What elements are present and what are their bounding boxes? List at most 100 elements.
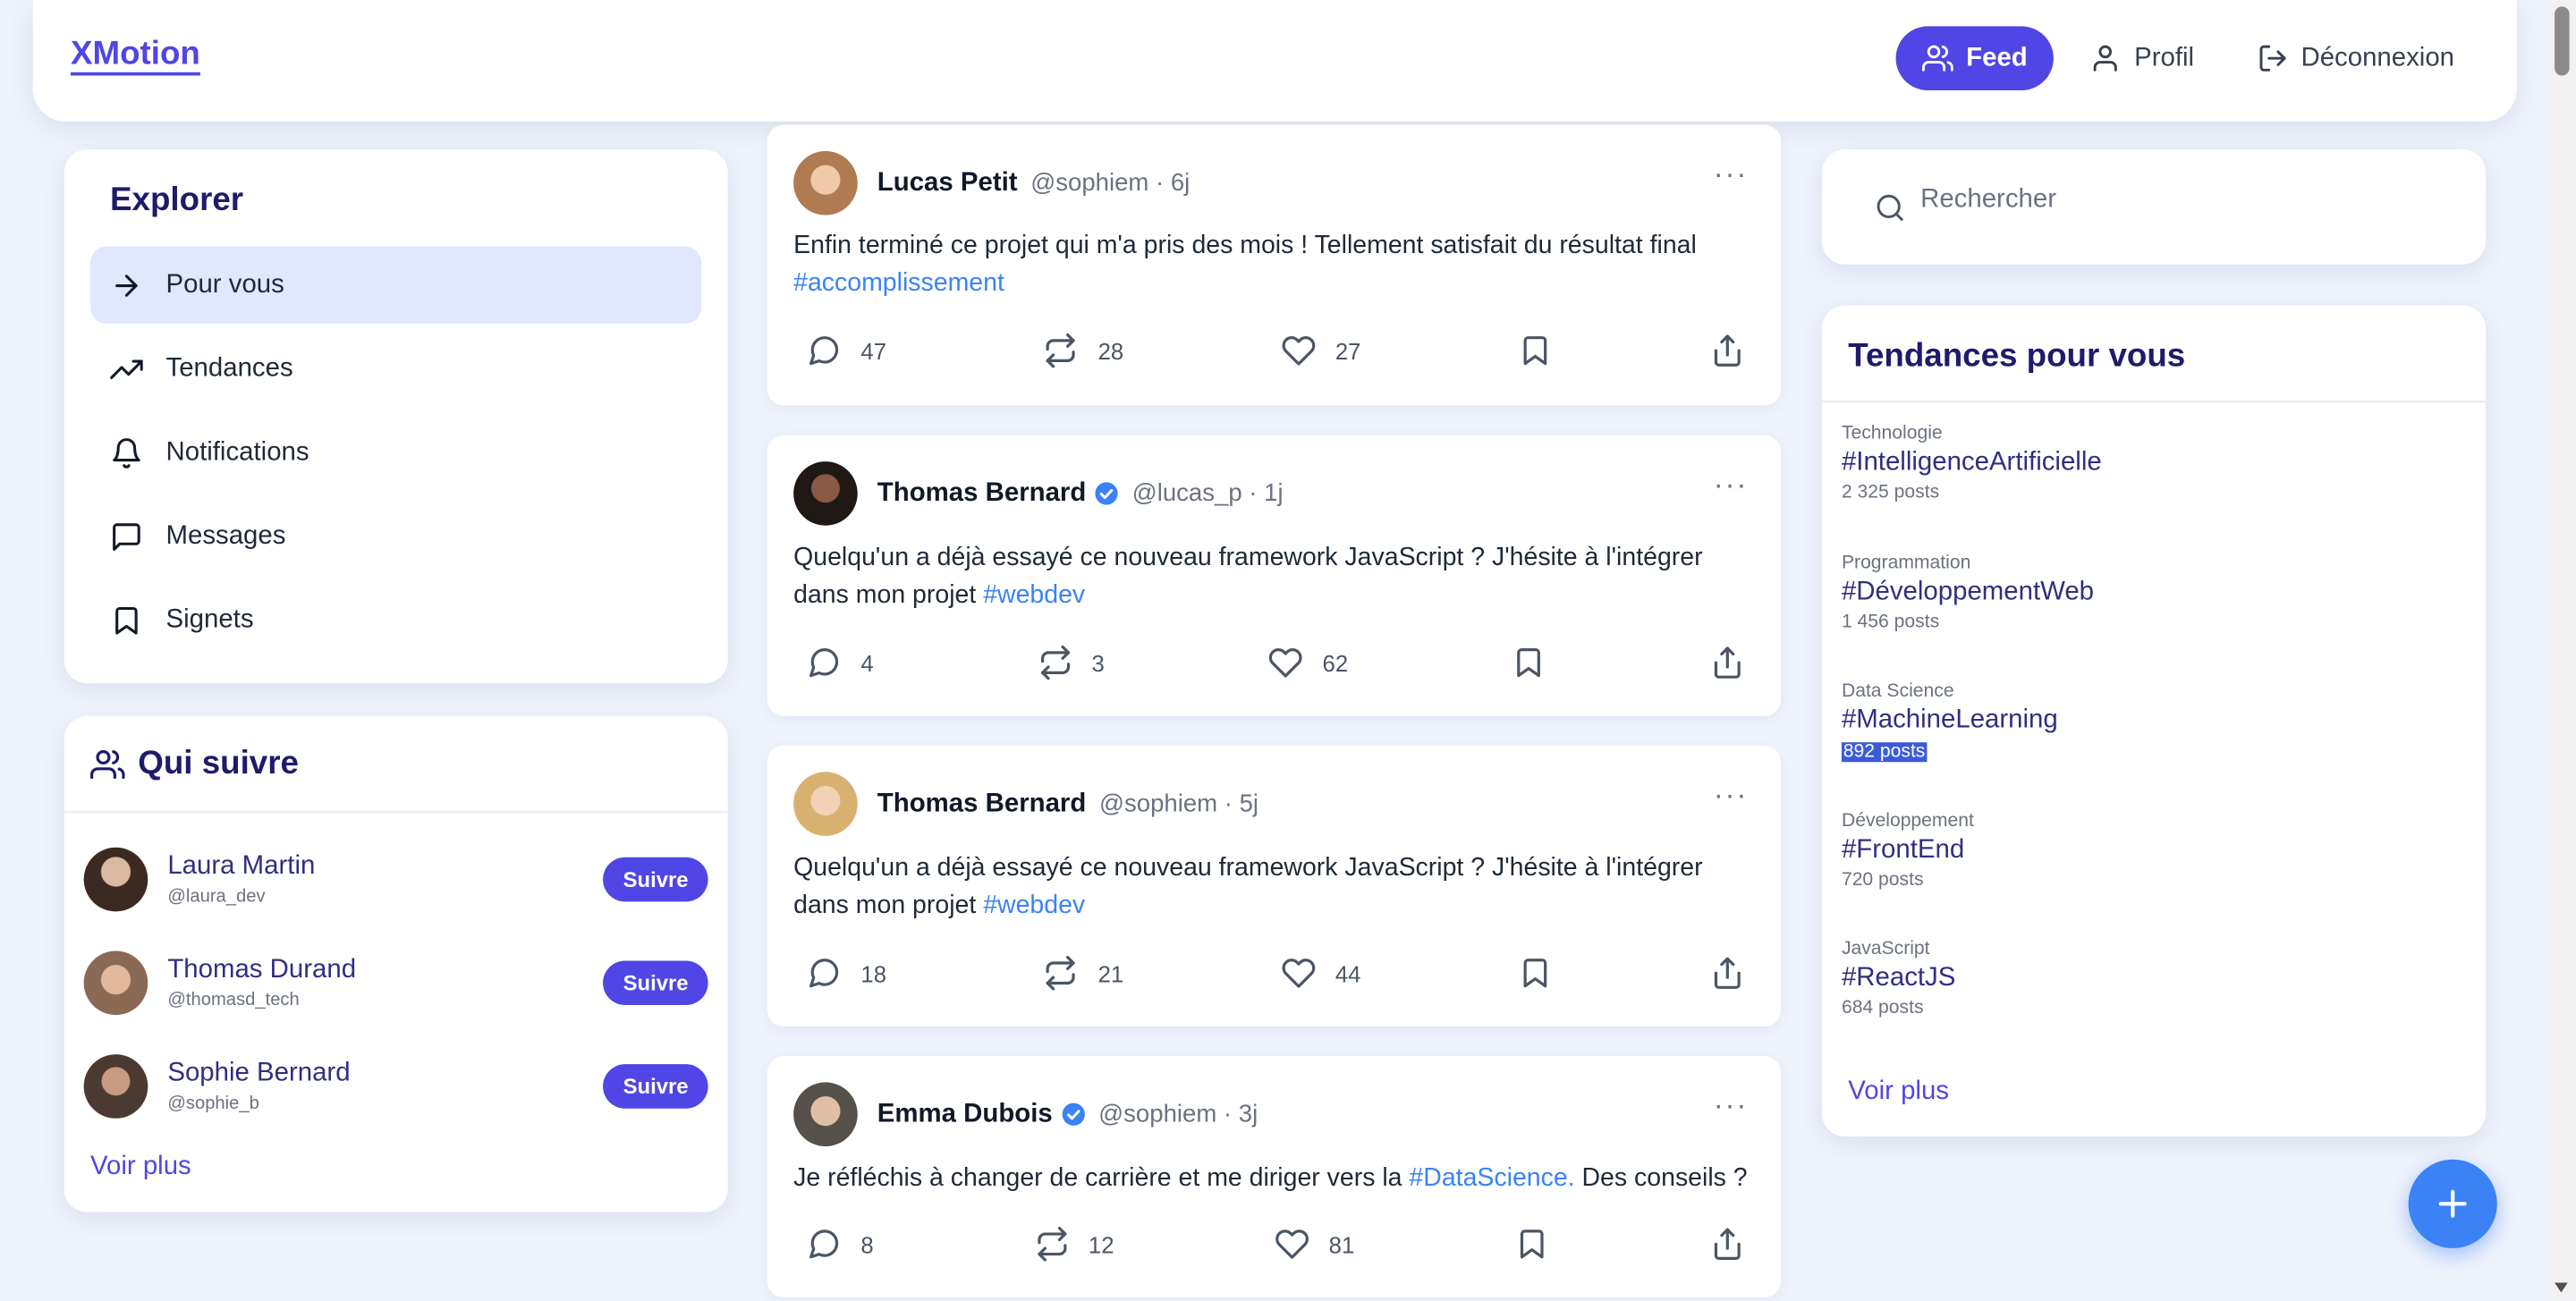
comment-button[interactable]: 8 — [807, 1227, 874, 1262]
menu-item-pour-vous[interactable]: Pour vous — [90, 246, 702, 324]
more-options-icon[interactable]: ··· — [1714, 468, 1749, 503]
trending-icon — [110, 359, 143, 379]
menu-item-messages[interactable]: Messages — [90, 498, 701, 575]
suggestion-row: Sophie Bernard @sophie_b Suivre — [83, 1035, 708, 1138]
share-icon — [1714, 957, 1741, 989]
see-more-link[interactable]: Voir plus — [1848, 1077, 1949, 1107]
like-button[interactable]: 44 — [1281, 956, 1360, 991]
trend-hashtag[interactable]: #FrontEnd — [1842, 835, 2102, 865]
menu-item-tendances[interactable]: Tendances — [90, 330, 701, 407]
new-post-button[interactable] — [2408, 1159, 2497, 1248]
trend-item[interactable]: Programmation #DéveloppementWeb 1 456 po… — [1842, 553, 2102, 681]
hashtag-link[interactable]: #accomplissement — [793, 269, 1004, 297]
bookmark-button[interactable] — [1518, 334, 1553, 368]
suggestion-name[interactable]: Sophie Bernard — [167, 1060, 603, 1089]
post-body: Enfin terminé ce projet qui m'a pris des… — [793, 231, 1697, 260]
hashtag-link[interactable]: #webdev — [983, 581, 1085, 609]
avatar[interactable] — [793, 772, 858, 836]
search-input[interactable] — [1920, 185, 2414, 215]
follow-button[interactable]: Suivre — [603, 1064, 708, 1109]
avatar[interactable] — [83, 847, 148, 912]
bookmark-button[interactable] — [1515, 1227, 1550, 1262]
comment-button[interactable]: 18 — [807, 956, 886, 991]
post-header: Emma Dubois @sophiem · 3j — [793, 1082, 1258, 1147]
trend-count: 2 325 posts — [1841, 482, 1940, 503]
explorer-menu: Pour vous Tendances Notifications Messag… — [90, 246, 702, 665]
trend-hashtag[interactable]: #MachineLearning — [1842, 706, 2102, 736]
comment-button[interactable]: 4 — [807, 646, 874, 680]
avatar[interactable] — [83, 1054, 148, 1119]
share-icon — [1714, 1228, 1741, 1260]
follow-button[interactable]: Suivre — [603, 960, 708, 1006]
page-scrollbar[interactable] — [2547, 0, 2576, 1301]
suggestion-handle: @thomasd_tech — [167, 990, 300, 1010]
post-header: Lucas Petit @sophiem · 6j — [793, 150, 1190, 215]
comment-icon — [809, 1229, 839, 1259]
post-text: Je réfléchis à changer de carrière et me… — [793, 1160, 1754, 1197]
post-text: Quelqu'un a déjà essayé ce nouveau frame… — [793, 538, 1754, 613]
post-body: Quelqu'un a déjà essayé ce nouveau frame… — [793, 543, 1703, 610]
avatar[interactable] — [83, 950, 148, 1016]
trend-item[interactable]: Data Science #MachineLearning 892 posts — [1841, 681, 2102, 810]
more-options-icon[interactable]: ··· — [1714, 779, 1749, 814]
trend-count-selected: 892 posts — [1841, 742, 1928, 763]
see-more-link[interactable]: Voir plus — [90, 1153, 191, 1182]
trend-hashtag[interactable]: #ReactJS — [1842, 964, 2102, 993]
trend-item[interactable]: Technologie #IntelligenceArtificielle 2 … — [1842, 424, 2102, 553]
post-body: Quelqu'un a déjà essayé ce nouveau frame… — [793, 854, 1703, 920]
follow-button[interactable]: Suivre — [603, 857, 708, 902]
trend-item[interactable]: JavaScript #ReactJS 684 posts — [1842, 940, 2102, 1069]
trend-item[interactable]: Développement #FrontEnd 720 posts — [1842, 810, 2102, 939]
more-options-icon[interactable]: ··· — [1714, 1089, 1749, 1124]
avatar[interactable] — [793, 150, 858, 215]
hashtag-link[interactable]: #DataScience. — [1409, 1164, 1574, 1192]
author-name[interactable]: Thomas Bernard — [877, 790, 1087, 819]
heart-icon — [1275, 1229, 1309, 1259]
trend-category: Programmation — [1841, 553, 1971, 573]
menu-item-signets[interactable]: Signets — [90, 581, 701, 658]
app-logo[interactable]: XMotion — [71, 36, 200, 73]
repost-button[interactable]: 12 — [1034, 1227, 1114, 1262]
suggestion-name[interactable]: Thomas Durand — [167, 956, 603, 985]
bookmark-button[interactable] — [1512, 646, 1546, 680]
suggestion-list: Laura Martin @laura_dev Suivre Thomas Du… — [83, 828, 708, 1138]
nav-profil[interactable]: Profil — [2063, 26, 2220, 90]
post-text: Enfin terminé ce projet qui m'a pris des… — [793, 226, 1754, 301]
avatar[interactable] — [793, 461, 858, 526]
author-name[interactable]: Thomas Bernard — [877, 478, 1087, 508]
author-name[interactable]: Emma Dubois — [877, 1100, 1053, 1129]
repost-button[interactable]: 3 — [1038, 645, 1105, 680]
trend-category: Data Science — [1841, 681, 1954, 702]
like-button[interactable]: 62 — [1268, 646, 1348, 680]
share-button[interactable] — [1710, 1227, 1745, 1262]
avatar[interactable] — [793, 1082, 858, 1147]
suggestion-name[interactable]: Laura Martin — [167, 852, 603, 882]
share-button[interactable] — [1710, 956, 1745, 991]
like-button[interactable]: 27 — [1281, 334, 1360, 368]
trends-title: Tendances pour vous — [1848, 338, 2186, 375]
nav-logout[interactable]: Déconnexion — [2230, 26, 2480, 90]
nav-feed[interactable]: Feed — [1895, 26, 2055, 91]
post-body: Je réfléchis à changer de carrière et me… — [793, 1164, 1410, 1193]
trend-hashtag[interactable]: #DéveloppementWeb — [1842, 578, 2102, 607]
hashtag-link[interactable]: #webdev — [983, 891, 1085, 919]
comment-button[interactable]: 47 — [807, 334, 886, 368]
scroll-down-arrow-icon[interactable] — [2555, 1282, 2568, 1293]
logout-icon — [2258, 45, 2285, 72]
menu-item-notifications[interactable]: Notifications — [90, 414, 701, 491]
repost-button[interactable]: 21 — [1044, 955, 1123, 991]
comment-count: 8 — [860, 1230, 874, 1257]
bookmark-button[interactable] — [1518, 956, 1553, 991]
like-button[interactable]: 81 — [1275, 1227, 1354, 1262]
author-meta: @sophiem · 3j — [1098, 1100, 1258, 1128]
more-options-icon[interactable]: ··· — [1714, 157, 1749, 192]
repost-button[interactable]: 28 — [1044, 333, 1123, 368]
share-button[interactable] — [1710, 646, 1745, 680]
author-meta: @lucas_p · 1j — [1131, 479, 1284, 508]
post-card: Thomas Bernard @lucas_p · 1j ··· Quelqu'… — [767, 435, 1781, 716]
author-name[interactable]: Lucas Petit — [877, 168, 1018, 198]
top-header: XMotion Feed Profil Déconnexion — [32, 0, 2517, 122]
trend-hashtag[interactable]: #IntelligenceArtificielle — [1842, 448, 2102, 477]
share-button[interactable] — [1710, 334, 1745, 368]
scrollbar-thumb[interactable] — [2555, 6, 2570, 76]
